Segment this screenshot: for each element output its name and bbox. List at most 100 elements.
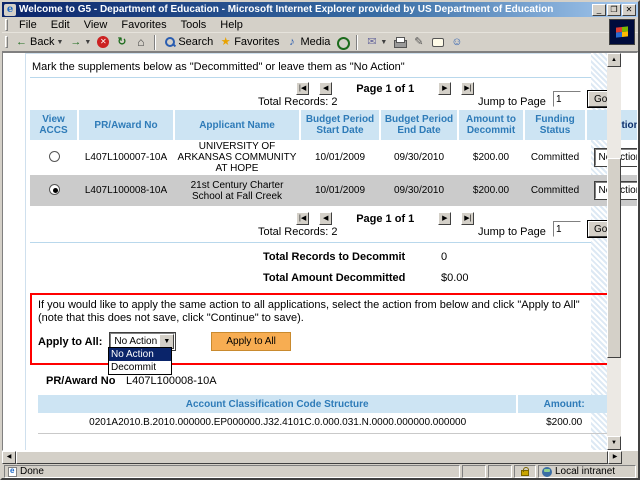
forward-button[interactable]: → ▼ <box>66 35 94 50</box>
col-view-accs: View ACCS <box>30 110 78 140</box>
jump-to-page-label: Jump to Page <box>478 96 546 108</box>
scrollbar-corner <box>622 451 638 464</box>
edit-icon: ✎ <box>412 36 425 49</box>
accs-radio[interactable] <box>49 151 60 162</box>
toolbar-separator <box>356 35 358 50</box>
back-icon: ← <box>15 36 28 49</box>
prev-page-button[interactable]: ◀ <box>319 212 332 225</box>
status-bar: Done Local intranet <box>2 464 638 478</box>
award-detail: PR/Award No L407L100008-10A <box>46 375 591 387</box>
refresh-button[interactable]: ↻ <box>112 35 131 50</box>
toolbar-grip[interactable] <box>5 19 8 31</box>
col-amount: Amount to Decommit <box>458 110 524 140</box>
total-records: Total Records: 2 <box>258 96 337 108</box>
back-button[interactable]: ← Back ▼ <box>12 35 66 50</box>
minimize-button[interactable]: _ <box>592 4 606 16</box>
stop-icon: ✕ <box>97 36 109 48</box>
messenger-icon: ☺ <box>450 36 463 49</box>
lock-icon <box>521 470 529 476</box>
security-zone-panel: Local intranet <box>538 465 636 478</box>
print-icon <box>393 36 406 49</box>
end-date-cell: 09/30/2010 <box>380 140 458 175</box>
menu-edit[interactable]: Edit <box>44 18 77 32</box>
ie-document-icon <box>8 467 17 477</box>
last-page-button[interactable]: ▶| <box>461 212 474 225</box>
scroll-up-icon[interactable]: ▲ <box>607 53 621 67</box>
accs-code-value: 0201A2010.B.2010.000000.EP000000.J32.410… <box>38 413 517 433</box>
next-page-button[interactable]: ▶ <box>438 82 451 95</box>
messenger-button[interactable]: ☺ <box>447 35 466 50</box>
home-button[interactable]: ⌂ <box>131 35 150 50</box>
window-title: Welcome to G5 - Department of Education … <box>19 4 591 15</box>
menu-tools[interactable]: Tools <box>174 18 214 32</box>
stop-button[interactable]: ✕ <box>94 35 112 49</box>
back-label: Back <box>30 36 54 48</box>
table-row: L407L100008-10A 21st Century Charter Sch… <box>30 175 638 206</box>
browser-window: e Welcome to G5 - Department of Educatio… <box>0 0 640 480</box>
security-panel <box>514 465 536 478</box>
accs-amount-header: Amount: <box>517 395 611 413</box>
supplements-table: View ACCS PR/Award No Applicant Name Bud… <box>30 110 638 206</box>
forward-dropdown-icon[interactable]: ▼ <box>84 39 91 46</box>
mail-button[interactable]: ✉ ▼ <box>362 35 390 50</box>
totals-section: Total Records to Decommit 0 Total Amount… <box>263 251 591 284</box>
col-budget-start: Budget Period Start Date <box>300 110 380 140</box>
accs-radio[interactable] <box>49 184 60 195</box>
status-panel-empty <box>488 465 512 478</box>
page-indicator: Page 1 of 1 <box>356 213 414 225</box>
edit-button[interactable]: ✎ <box>409 35 428 50</box>
dropdown-option-no-action[interactable]: No Action <box>109 348 171 361</box>
jump-to-page-input[interactable] <box>553 221 581 237</box>
toolbar-grip-2[interactable] <box>5 36 8 48</box>
scroll-left-icon[interactable]: ◀ <box>2 451 16 464</box>
back-dropdown-icon[interactable]: ▼ <box>56 39 63 46</box>
mail-dropdown-icon[interactable]: ▼ <box>380 39 387 46</box>
applicant-cell: UNIVERSITY OF ARKANSAS COMMUNITY AT HOPE <box>174 140 300 175</box>
discuss-button[interactable] <box>428 35 447 50</box>
menu-file[interactable]: File <box>12 18 44 32</box>
accs-code-header: Account Classification Code Structure <box>38 395 517 413</box>
restore-button[interactable]: ❐ <box>607 4 621 16</box>
horizontal-scroll-thumb[interactable] <box>16 451 608 464</box>
apply-to-all-box: If you would like to apply the same acti… <box>30 293 612 365</box>
search-label: Search <box>178 36 213 48</box>
close-button[interactable]: ✕ <box>622 4 636 16</box>
next-page-button[interactable]: ▶ <box>438 212 451 225</box>
favorites-button[interactable]: ★ Favorites <box>216 35 282 50</box>
scroll-right-icon[interactable]: ▶ <box>608 451 622 464</box>
search-button[interactable]: Search <box>160 35 216 50</box>
dropdown-option-decommit[interactable]: Decommit <box>109 361 171 374</box>
refresh-icon: ↻ <box>115 36 128 49</box>
page-indicator: Page 1 of 1 <box>356 83 414 95</box>
first-page-button[interactable]: |◀ <box>296 212 309 225</box>
col-funding-status: Funding Status <box>524 110 586 140</box>
jump-to-page-input[interactable] <box>553 91 581 107</box>
prev-page-button[interactable]: ◀ <box>319 82 332 95</box>
col-applicant-name: Applicant Name <box>174 110 300 140</box>
page-content: Mark the supplements below as "Decommitt… <box>3 53 591 450</box>
apply-to-all-select-value: No Action <box>111 336 159 347</box>
vertical-scroll-thumb[interactable] <box>607 158 621 358</box>
discuss-icon <box>431 36 444 49</box>
history-button[interactable] <box>333 35 352 50</box>
col-pr-award-no: PR/Award No <box>78 110 174 140</box>
apply-to-all-button[interactable]: Apply to All <box>211 332 290 351</box>
last-page-button[interactable]: ▶| <box>461 82 474 95</box>
first-page-button[interactable]: |◀ <box>296 82 309 95</box>
start-date-cell: 10/01/2009 <box>300 140 380 175</box>
page-instruction: Mark the supplements below as "Decommitt… <box>32 61 591 73</box>
horizontal-scrollbar[interactable]: ◀ ▶ <box>2 451 638 464</box>
ie-throbber <box>609 19 635 45</box>
scroll-down-icon[interactable]: ▼ <box>607 436 621 450</box>
accs-amount-value: $200.00 <box>517 413 611 433</box>
divider <box>30 77 591 78</box>
media-button[interactable]: ♪ Media <box>282 35 333 50</box>
print-button[interactable] <box>390 35 409 50</box>
menu-help[interactable]: Help <box>213 18 250 32</box>
vertical-scrollbar[interactable]: ▲ ▼ <box>607 53 621 450</box>
col-budget-end: Budget Period End Date <box>380 110 458 140</box>
home-icon: ⌂ <box>134 36 147 49</box>
menu-favorites[interactable]: Favorites <box>114 18 173 32</box>
toolbar-separator <box>154 35 156 50</box>
menu-view[interactable]: View <box>77 18 115 32</box>
